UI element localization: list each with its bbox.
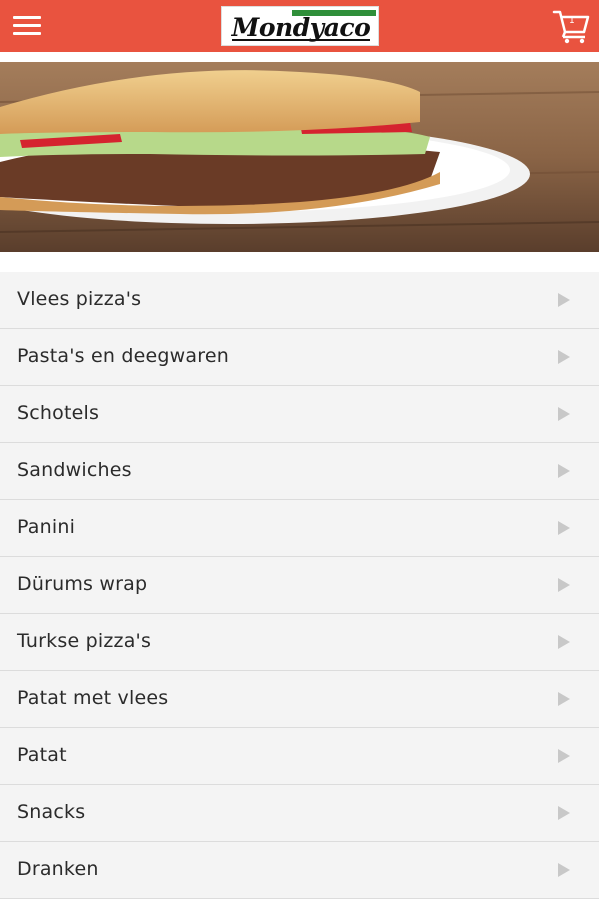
top-app-bar: Mondyaco 1 <box>0 0 599 52</box>
chevron-right-icon <box>558 806 570 820</box>
category-sandwiches[interactable]: Sandwiches <box>0 443 599 500</box>
chevron-right-icon <box>558 350 570 364</box>
category-label: Turkse pizza's <box>17 630 152 652</box>
category-label: Panini <box>17 516 76 538</box>
category-list: Vlees pizza's Pasta's en deegwaren Schot… <box>0 272 599 899</box>
chevron-right-icon <box>558 863 570 877</box>
chevron-right-icon <box>558 692 570 706</box>
category-schotels[interactable]: Schotels <box>0 386 599 443</box>
category-dranken[interactable]: Dranken <box>0 842 599 899</box>
category-label: Schotels <box>17 402 100 424</box>
category-label: Vlees pizza's <box>17 288 142 310</box>
hero-banner <box>0 62 599 252</box>
category-label: Dürums wrap <box>17 573 148 595</box>
shopping-cart-icon[interactable]: 1 <box>552 8 592 44</box>
category-label: Dranken <box>17 858 99 880</box>
category-label: Sandwiches <box>17 459 132 481</box>
category-panini[interactable]: Panini <box>0 500 599 557</box>
section-divider <box>0 252 599 272</box>
chevron-right-icon <box>558 578 570 592</box>
category-pastas-en-deegwaren[interactable]: Pasta's en deegwaren <box>0 329 599 386</box>
chevron-right-icon <box>558 293 570 307</box>
chevron-right-icon <box>558 407 570 421</box>
logo-text: Mondyaco <box>231 13 371 42</box>
cart-count-badge: 1 <box>569 16 575 26</box>
doner-sandwich-photo <box>0 62 599 252</box>
category-patat[interactable]: Patat <box>0 728 599 785</box>
category-vlees-pizzas[interactable]: Vlees pizza's <box>0 272 599 329</box>
category-label: Patat <box>17 744 67 766</box>
category-turkse-pizzas[interactable]: Turkse pizza's <box>0 614 599 671</box>
chevron-right-icon <box>558 749 570 763</box>
category-label: Snacks <box>17 801 86 823</box>
category-label: Patat met vlees <box>17 687 169 709</box>
chevron-right-icon <box>558 521 570 535</box>
category-patat-met-vlees[interactable]: Patat met vlees <box>0 671 599 728</box>
brand-logo[interactable]: Mondyaco <box>221 6 379 46</box>
chevron-right-icon <box>558 635 570 649</box>
category-snacks[interactable]: Snacks <box>0 785 599 842</box>
category-label: Pasta's en deegwaren <box>17 345 229 367</box>
chevron-right-icon <box>558 464 570 478</box>
category-durums-wrap[interactable]: Dürums wrap <box>0 557 599 614</box>
hamburger-menu-icon[interactable] <box>11 12 43 40</box>
